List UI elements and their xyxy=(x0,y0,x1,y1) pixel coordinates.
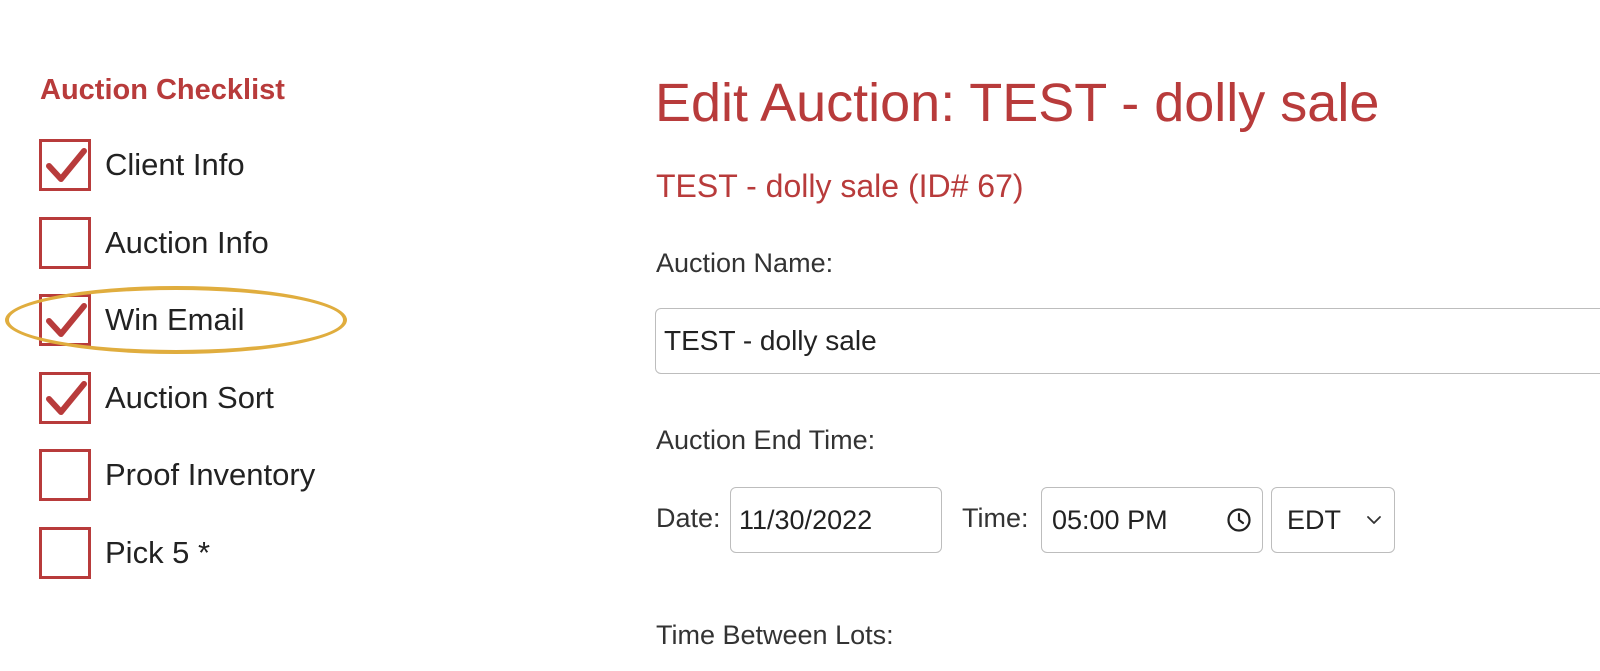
checklist-item-pick-5[interactable]: Pick 5 * xyxy=(39,524,210,582)
timezone-value: EDT xyxy=(1287,504,1341,535)
checklist-item-client-info[interactable]: Client Info xyxy=(39,136,245,194)
clock-icon[interactable] xyxy=(1226,507,1252,533)
checkmark-icon xyxy=(46,303,87,337)
date-label: Date: xyxy=(656,503,721,533)
checklist-item-label: Proof Inventory xyxy=(105,457,316,492)
time-input[interactable]: 05:00 PM xyxy=(1041,487,1263,553)
checkmark-icon xyxy=(46,381,87,415)
auction-end-time-label: Auction End Time: xyxy=(656,425,876,455)
checkbox-unchecked[interactable] xyxy=(39,449,91,501)
checklist-item-label: Client Info xyxy=(105,147,245,182)
checklist-item-win-email[interactable]: Win Email xyxy=(39,291,245,349)
checklist-title: Auction Checklist xyxy=(40,74,285,106)
time-value: 05:00 PM xyxy=(1052,504,1168,535)
time-label: Time: xyxy=(962,503,1029,533)
timezone-select[interactable]: EDT xyxy=(1271,487,1395,553)
checkbox-checked[interactable] xyxy=(39,139,91,191)
checkbox-unchecked[interactable] xyxy=(39,217,91,269)
chevron-down-icon xyxy=(1367,516,1381,524)
checkbox-checked[interactable] xyxy=(39,294,91,346)
checklist-item-proof-inventory[interactable]: Proof Inventory xyxy=(39,446,315,504)
auction-name-input[interactable] xyxy=(655,308,1600,374)
checkbox-unchecked[interactable] xyxy=(39,527,91,579)
checklist-item-label: Win Email xyxy=(105,302,245,337)
checkbox-checked[interactable] xyxy=(39,372,91,424)
auction-name-label: Auction Name: xyxy=(656,248,834,278)
checklist-item-label: Auction Sort xyxy=(105,380,274,415)
page-subtitle: TEST - dolly sale (ID# 67) xyxy=(656,168,1024,204)
checkmark-icon xyxy=(46,148,87,182)
checklist-item-auction-info[interactable]: Auction Info xyxy=(39,214,269,272)
checklist-item-auction-sort[interactable]: Auction Sort xyxy=(39,369,274,427)
page-title: Edit Auction: TEST - dolly sale xyxy=(655,73,1380,133)
checklist-item-label: Pick 5 * xyxy=(105,535,211,570)
page: Auction Checklist Client Info Auction In… xyxy=(0,0,1600,671)
checklist-item-label: Auction Info xyxy=(105,225,269,260)
time-between-lots-label: Time Between Lots: xyxy=(656,620,894,650)
date-input[interactable] xyxy=(730,487,942,553)
